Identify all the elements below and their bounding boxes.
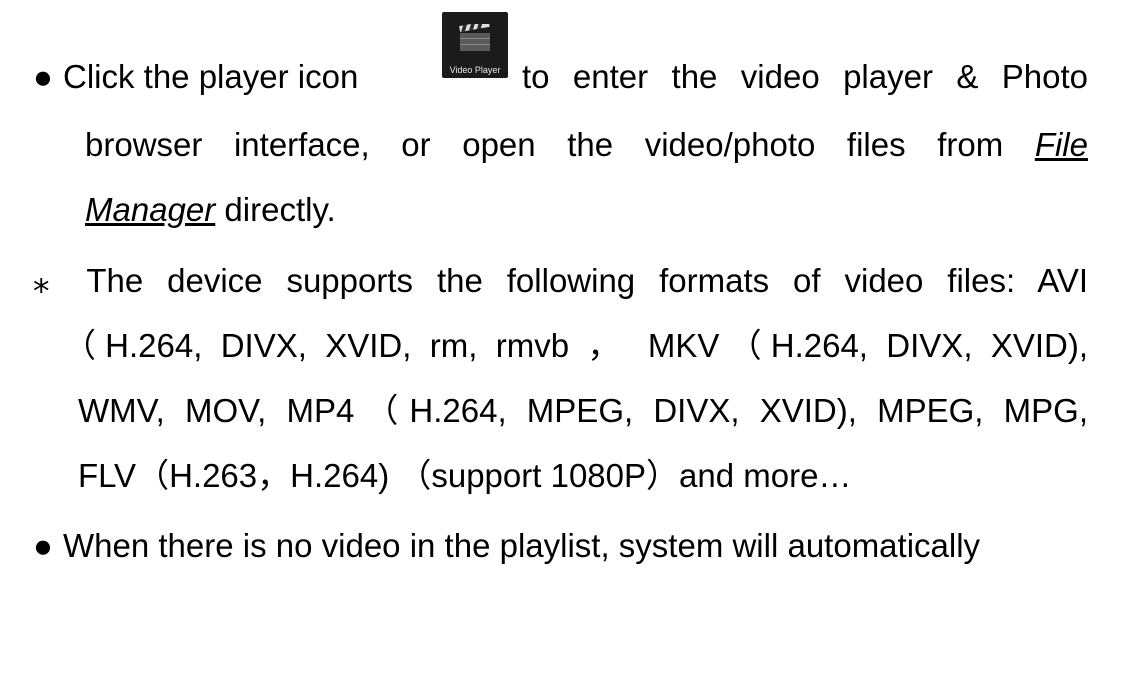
note-line3: WMV, MOV, MP4（H.264, MPEG, DIVX, XVID), … xyxy=(78,391,1088,431)
bullet-dot-icon-2: ● xyxy=(33,527,53,564)
note-line1-text: The device supports the following format… xyxy=(86,262,1089,299)
asterisk-marker: ⁎ xyxy=(33,261,50,300)
paragraph1-line1-end: to enter the video player & Photo xyxy=(522,57,1088,97)
bullet-dot-icon: ● xyxy=(33,58,53,95)
app-icon-label: Video Player xyxy=(449,65,501,75)
paragraph1-line3: Manager directly. xyxy=(85,190,336,230)
file-manager-link-part2[interactable]: Manager xyxy=(85,191,215,228)
paragraph2-line1-text: When there is no video in the playlist, … xyxy=(63,527,981,564)
note-line4-text: FLV（H.263，H.264) （support 1080P）and more… xyxy=(78,457,852,494)
note-line2-text: （H.264, DIVX, XVID, rm, rmvb ， MKV（H.264… xyxy=(63,327,1088,364)
note-line1: ⁎ The device supports the following form… xyxy=(33,261,1088,301)
text-after-icon: to enter the video player & Photo xyxy=(522,58,1088,95)
text-before-icon: Click the player icon xyxy=(63,58,359,95)
video-player-app-icon[interactable]: Video Player xyxy=(442,12,508,78)
paragraph1-line2: browser interface, or open the video/pho… xyxy=(85,125,1088,165)
file-manager-link-part1[interactable]: File xyxy=(1035,126,1088,163)
paragraph1-line1: ● Click the player icon xyxy=(33,57,358,97)
note-line2: （H.264, DIVX, XVID, rm, rmvb ， MKV（H.264… xyxy=(63,326,1088,366)
note-line3-text: WMV, MOV, MP4（H.264, MPEG, DIVX, XVID), … xyxy=(78,392,1088,429)
paragraph1-line3-tail: directly. xyxy=(224,191,336,228)
paragraph1-line2-text: browser interface, or open the video/pho… xyxy=(85,126,1004,163)
note-line4: FLV（H.263，H.264) （support 1080P）and more… xyxy=(78,456,851,496)
clapperboard-icon xyxy=(459,24,490,51)
paragraph2-line1: ● When there is no video in the playlist,… xyxy=(33,526,980,566)
